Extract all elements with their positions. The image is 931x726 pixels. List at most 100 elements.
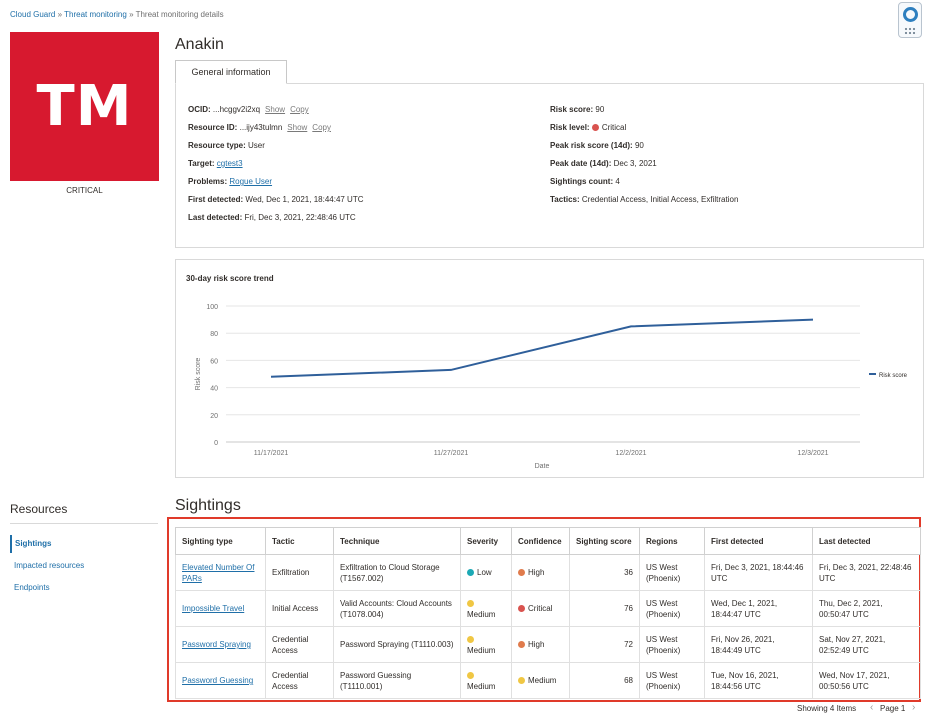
y-tick-label: 80	[210, 331, 218, 338]
col-regions[interactable]: Regions	[639, 527, 705, 555]
resource-id-label: Resource ID:	[188, 123, 238, 132]
risk-level-label: Risk level:	[550, 123, 590, 132]
cell-severity: Medium	[460, 626, 512, 663]
cell-confidence: High	[511, 554, 570, 591]
sightings-table-wrapper: Sighting type Tactic Technique Severity …	[175, 527, 921, 699]
confidence-dot-icon	[518, 605, 525, 612]
sighting-type-link[interactable]: Password Guessing	[182, 676, 253, 685]
resource-nav-sightings[interactable]: Sightings	[10, 535, 51, 553]
cell-confidence: High	[511, 626, 570, 663]
resource-nav-impacted-resources[interactable]: Impacted resources	[10, 557, 84, 575]
next-page-icon[interactable]: ›	[912, 702, 915, 713]
target-link[interactable]: cgtest3	[217, 159, 243, 168]
resource-badge: TM	[10, 32, 159, 181]
table-row: Password Spraying Credential Access Passwo…	[175, 626, 921, 663]
confidence-dot-icon	[518, 641, 525, 648]
lifebuoy-icon	[903, 7, 918, 22]
info-left-column: OCID: ...hcggv2i2xq Show Copy Resource ID:…	[188, 104, 364, 230]
col-technique[interactable]: Technique	[333, 527, 461, 555]
cell-tactic: Credential Access	[265, 662, 334, 699]
cell-region: US West (Phoenix)	[639, 662, 705, 699]
sighting-type-link[interactable]: Password Spraying	[182, 640, 251, 649]
peak-date-label: Peak date (14d):	[550, 159, 612, 168]
tab-general-information[interactable]: General information	[175, 60, 287, 84]
risk-level-value: Critical	[601, 123, 627, 132]
cell-sighting-type: Password Spraying	[175, 626, 266, 663]
cell-technique: Exfiltration to Cloud Storage (T1567.002…	[333, 554, 461, 591]
cell-last-detected: Fri, Dec 3, 2021, 22:48:46 UTC	[812, 554, 921, 591]
cell-last-detected: Sat, Nov 27, 2021, 02:52:49 UTC	[812, 626, 921, 663]
cell-region: US West (Phoenix)	[639, 590, 705, 627]
tactics-label: Tactics:	[550, 195, 580, 204]
peak-score-label: Peak risk score (14d):	[550, 141, 633, 150]
col-last-detected[interactable]: Last detected	[812, 527, 921, 555]
sighting-type-link[interactable]: Impossible Travel	[182, 604, 244, 613]
resources-divider	[10, 523, 158, 524]
cell-tactic: Initial Access	[265, 590, 334, 627]
prev-page-icon[interactable]: ‹	[870, 702, 873, 713]
ocid-copy-link[interactable]: Copy	[290, 105, 309, 114]
col-confidence[interactable]: Confidence	[511, 527, 570, 555]
cell-sighting-score: 36	[569, 554, 640, 591]
critical-dot-icon	[591, 124, 599, 131]
cell-sighting-type: Password Guessing	[175, 662, 266, 699]
cell-first-detected: Wed, Dec 1, 2021, 18:44:47 UTC	[704, 590, 813, 627]
col-sighting-score[interactable]: Sighting score	[569, 527, 640, 555]
help-button[interactable]	[898, 2, 922, 38]
severity-dot-icon	[467, 569, 474, 576]
x-tick-label: 11/27/2021	[434, 450, 469, 457]
tactics-value: Credential Access, Initial Access, Exfil…	[581, 195, 739, 204]
sightings-title: Sightings	[175, 497, 241, 514]
y-tick-label: 60	[210, 358, 218, 365]
resources-title: Resources	[10, 502, 68, 516]
breadcrumb-threat-monitoring[interactable]: Threat monitoring	[64, 10, 127, 19]
peak-score-value: 90	[634, 141, 644, 150]
resource-id-show-link[interactable]: Show	[287, 123, 307, 132]
risk-score-label: Risk score:	[550, 105, 594, 114]
cell-tactic: Credential Access	[265, 626, 334, 663]
col-tactic[interactable]: Tactic	[265, 527, 334, 555]
breadcrumb-separator: »	[129, 10, 134, 19]
table-row: Impossible Travel Initial Access Valid Acc…	[175, 590, 921, 627]
risk-score-value: 90	[595, 105, 605, 114]
col-first-detected[interactable]: First detected	[704, 527, 813, 555]
severity-dot-icon	[467, 635, 474, 643]
ocid-show-link[interactable]: Show	[265, 105, 285, 114]
cell-severity: Low	[460, 554, 512, 591]
breadcrumb: Cloud Guard » Threat monitoring » Threat…	[10, 10, 224, 19]
confidence-value: High	[528, 568, 545, 577]
sightings-count-label: Sightings count:	[550, 177, 614, 186]
breadcrumb-cloud-guard[interactable]: Cloud Guard	[10, 10, 55, 19]
first-detected-value: Wed, Dec 1, 2021, 18:44:47 UTC	[245, 195, 364, 204]
severity-dot-icon	[467, 599, 474, 607]
resource-id-copy-link[interactable]: Copy	[312, 123, 331, 132]
col-severity[interactable]: Severity	[460, 527, 512, 555]
page-title: Anakin	[175, 36, 224, 53]
confidence-value: Medium	[528, 676, 557, 685]
cell-sighting-type: Impossible Travel	[175, 590, 266, 627]
severity-value: Low	[477, 568, 492, 577]
table-row: Elevated Number Of PARs Exfiltration Exfil…	[175, 554, 921, 591]
cell-last-detected: Thu, Dec 2, 2021, 00:50:47 UTC	[812, 590, 921, 627]
x-tick-label: 12/3/2021	[797, 450, 828, 457]
series-line-risk-score	[270, 318, 814, 378]
x-axis-label: Date	[535, 463, 550, 470]
sighting-type-link[interactable]: Elevated Number Of PARs	[182, 563, 254, 583]
cell-sighting-score: 72	[569, 626, 640, 663]
badge-risk-label: CRITICAL	[66, 186, 103, 195]
cell-last-detected: Wed, Nov 17, 2021, 00:50:56 UTC	[812, 662, 921, 699]
cell-sighting-type: Elevated Number Of PARs	[175, 554, 266, 591]
breadcrumb-separator: »	[57, 10, 63, 19]
risk-trend-chart: 0 20 40 60 80 100 11/17/2021 11/27/2021 12/2/202…	[195, 304, 908, 470]
breadcrumb-current: Threat monitoring details	[135, 10, 224, 19]
confidence-dot-icon	[518, 569, 525, 576]
cell-technique: Password Guessing (T1110.001)	[333, 662, 461, 699]
col-sighting-type[interactable]: Sighting type	[175, 527, 266, 555]
cell-severity: Medium	[460, 590, 512, 627]
resource-type-label: Resource type:	[188, 141, 246, 150]
cell-confidence: Medium	[511, 662, 570, 699]
cell-confidence: Critical	[511, 590, 570, 627]
resource-nav-endpoints[interactable]: Endpoints	[10, 579, 50, 597]
problems-link[interactable]: Rogue User	[229, 177, 272, 186]
last-detected-label: Last detected:	[188, 213, 243, 222]
